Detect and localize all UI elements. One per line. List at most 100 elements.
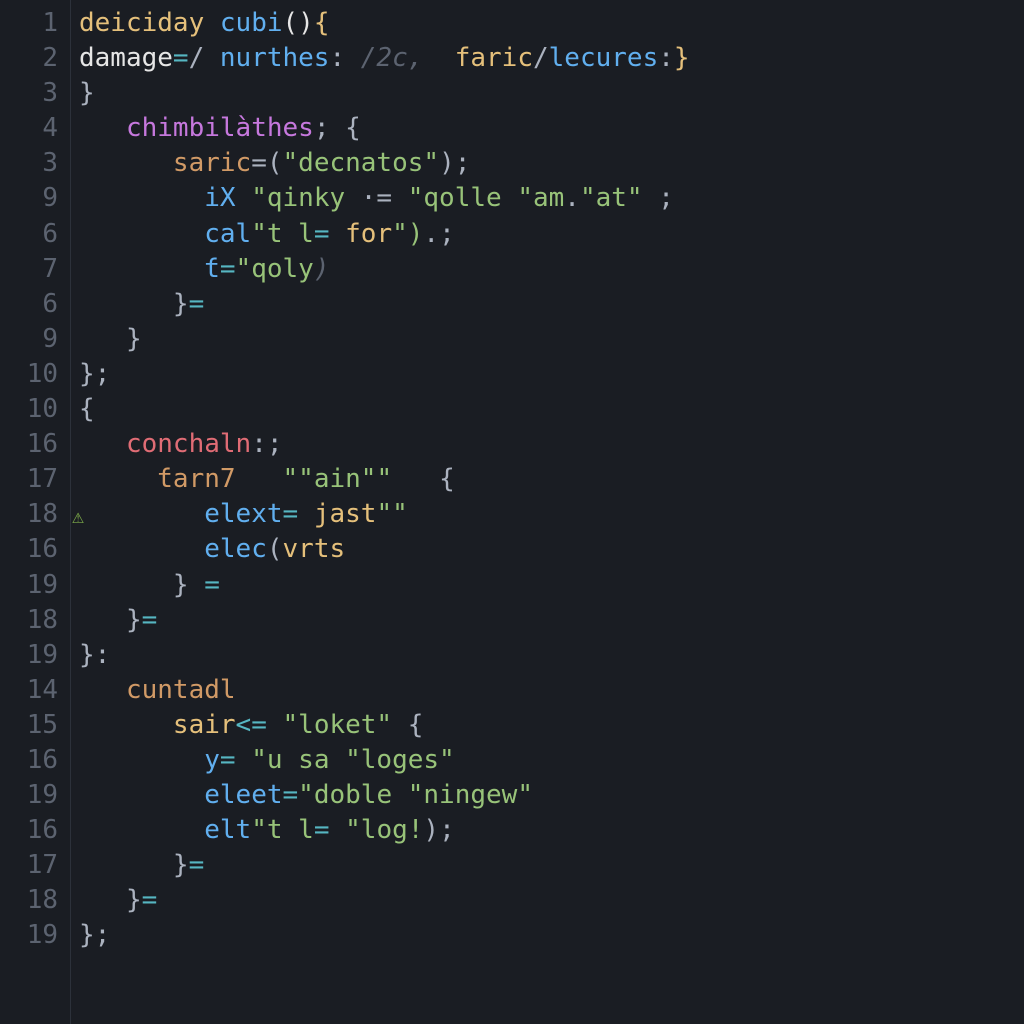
code-line[interactable]: y= "u sa "loges" [79, 743, 1024, 778]
token: cuntadl [126, 675, 236, 705]
token: : [658, 43, 674, 73]
token: <= [236, 710, 283, 740]
token: .; [423, 219, 454, 249]
token: = [283, 780, 299, 810]
line-number: 17 [0, 848, 58, 883]
line-number: 4 [0, 111, 58, 146]
code-line[interactable]: } [79, 322, 1024, 357]
code-line[interactable]: }; [79, 357, 1024, 392]
line-number: 9 [0, 322, 58, 357]
code-line[interactable]: } [79, 76, 1024, 111]
token: } [79, 570, 204, 600]
token: : [329, 43, 360, 73]
code-editor[interactable]: 1234396769101016171816191819141516191617… [0, 0, 1024, 1024]
token: { [392, 464, 455, 494]
code-line[interactable]: }= [79, 848, 1024, 883]
token: conchaln [126, 429, 251, 459]
code-line[interactable]: ƭ="qoly) [79, 252, 1024, 287]
token: iX [204, 183, 251, 213]
code-line[interactable]: elext= jast"" [79, 497, 1024, 532]
token: "t l [251, 815, 314, 845]
token: for [345, 219, 392, 249]
code-line[interactable]: deiciday cubi(){ [79, 6, 1024, 41]
token: chimbilàthes [126, 113, 314, 143]
code-line[interactable]: { [79, 392, 1024, 427]
line-number: 9 [0, 181, 58, 216]
code-line[interactable]: damage=/ nurthes: /2c, faric/lecures:} [79, 41, 1024, 76]
code-line[interactable]: cal"t l= for").; [79, 217, 1024, 252]
token: } [79, 885, 142, 915]
token: = [283, 499, 314, 529]
token: faric [455, 43, 533, 73]
token: sair [173, 710, 236, 740]
token: . [564, 183, 580, 213]
token: } [79, 850, 189, 880]
code-line[interactable]: conchaln:; [79, 427, 1024, 462]
token: "am [517, 183, 564, 213]
token: "qoly [236, 254, 314, 284]
code-line[interactable]: chimbilàthes; { [79, 111, 1024, 146]
token: =( [251, 148, 282, 178]
token: = [314, 219, 345, 249]
token: ""ain"" [283, 464, 393, 494]
line-number: 18 [0, 497, 58, 532]
line-number: 16 [0, 532, 58, 567]
token: ); [423, 815, 454, 845]
token [423, 43, 454, 73]
token: ") [392, 219, 423, 249]
token: = [314, 815, 345, 845]
code-line[interactable]: saric=("decnatos"); [79, 146, 1024, 181]
line-number: 10 [0, 357, 58, 392]
code-line[interactable]: }= [79, 883, 1024, 918]
token: jast [314, 499, 377, 529]
token [79, 815, 204, 845]
token: eleet [204, 780, 282, 810]
line-number: 18 [0, 603, 58, 638]
line-number: 10 [0, 392, 58, 427]
token: = [220, 745, 251, 775]
line-number: 1 [0, 6, 58, 41]
token [79, 429, 126, 459]
code-line[interactable]: ƭarn7 ""ain"" { [79, 462, 1024, 497]
code-line[interactable]: sair<= "loket" { [79, 708, 1024, 743]
code-line[interactable]: }= [79, 287, 1024, 322]
token: "t l [251, 219, 314, 249]
token: } [79, 324, 142, 354]
line-number: 19 [0, 778, 58, 813]
token: { [314, 8, 330, 38]
code-line[interactable]: } = [79, 568, 1024, 603]
token: "ningew" [408, 780, 533, 810]
token: vrts [283, 534, 346, 564]
token: ( [267, 534, 283, 564]
token: saric [173, 148, 251, 178]
token: = [204, 570, 220, 600]
code-line[interactable]: }: [79, 638, 1024, 673]
token: "at" [580, 183, 643, 213]
token [79, 113, 126, 143]
token: cal [204, 219, 251, 249]
code-line[interactable]: iX "qinky ·= "qolle "am."at" ; [79, 181, 1024, 216]
code-line[interactable]: elt"t l= "log!); [79, 813, 1024, 848]
code-line[interactable]: elec(vrts [79, 532, 1024, 567]
line-number: 6 [0, 217, 58, 252]
token: elext [204, 499, 282, 529]
token: "log! [345, 815, 423, 845]
code-line[interactable]: cuntadl [79, 673, 1024, 708]
token: } [674, 43, 690, 73]
token: ; [643, 183, 674, 213]
line-number: 16 [0, 427, 58, 462]
token: = [189, 850, 205, 880]
token [236, 464, 283, 494]
code-line[interactable]: }= [79, 603, 1024, 638]
token: deiciday [79, 8, 220, 38]
token: lecures [549, 43, 659, 73]
line-number: 7 [0, 252, 58, 287]
code-line[interactable]: eleet="doble "ningew" [79, 778, 1024, 813]
token: ); [439, 148, 470, 178]
token: ƭ [204, 254, 220, 284]
token: ·= [361, 183, 408, 213]
code-area[interactable]: deiciday cubi(){damage=/ nurthes: /2c, f… [70, 0, 1024, 1024]
token [79, 254, 204, 284]
line-number: 15 [0, 708, 58, 743]
code-line[interactable]: }; [79, 918, 1024, 953]
